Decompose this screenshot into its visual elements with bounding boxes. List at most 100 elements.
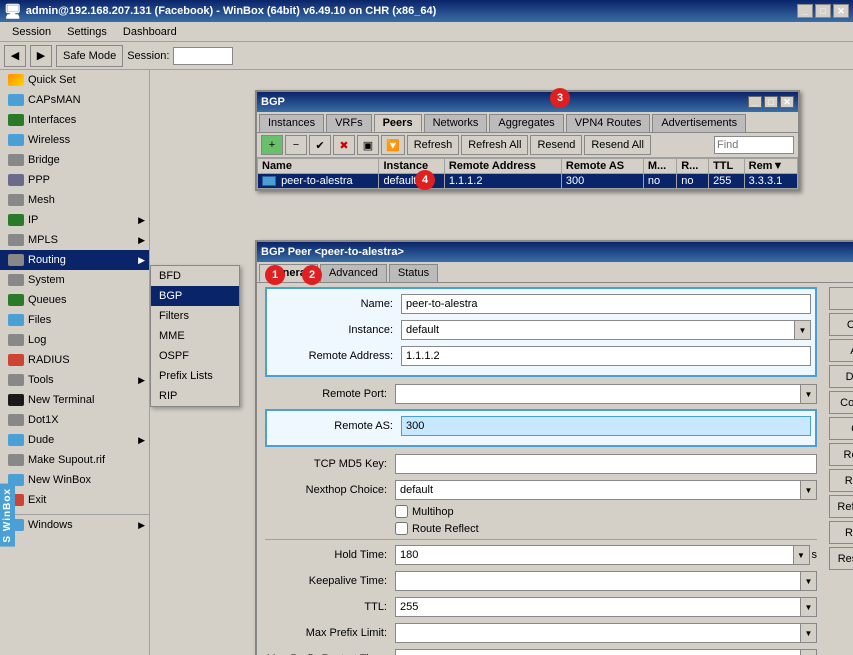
max-prefix-input[interactable] [395,623,801,643]
disable-btn[interactable]: Disable [829,365,853,388]
remote-address-input[interactable] [401,346,811,366]
ok-btn[interactable]: OK [829,287,853,310]
sidebar-item-mpls[interactable]: MPLS ▶ [0,230,149,250]
remove-btn[interactable]: Remove [829,443,853,466]
sidebar-item-dot1x[interactable]: Dot1X [0,410,149,430]
submenu-rip[interactable]: RIP [151,386,239,406]
sidebar-item-files[interactable]: Files [0,310,149,330]
tab-advanced[interactable]: Advanced [320,264,387,282]
remote-as-input[interactable] [401,416,811,436]
sidebar-item-radius[interactable]: RADIUS [0,350,149,370]
sidebar-item-tools[interactable]: Tools ▶ [0,370,149,390]
tab-networks[interactable]: Networks [424,114,488,132]
ttl-input[interactable] [395,597,801,617]
sidebar-item-newterminal[interactable]: New Terminal [0,390,149,410]
submenu-filters[interactable]: Filters [151,306,239,326]
max-prefix-dropdown-btn[interactable]: ▼ [801,623,817,643]
resend-all-peer-btn[interactable]: Resend All [829,547,853,570]
instance-dropdown-btn[interactable]: ▼ [795,320,811,340]
col-ttl[interactable]: TTL [709,159,745,174]
tab-vpn4routes[interactable]: VPN4 Routes [566,114,651,132]
ttl-dropdown-btn[interactable]: ▼ [801,597,817,617]
close-btn[interactable]: ✕ [833,4,849,18]
sidebar-item-bridge[interactable]: Bridge [0,150,149,170]
sidebar-item-ip[interactable]: IP ▶ [0,210,149,230]
tab-status[interactable]: Status [389,264,438,282]
name-input[interactable] [401,294,811,314]
submenu-bgp[interactable]: BGP [151,286,239,306]
hold-time-dropdown-btn[interactable]: ▼ [794,545,810,565]
nexthop-dropdown-btn[interactable]: ▼ [801,480,817,500]
resend-btn[interactable]: Resend [530,135,582,155]
table-row[interactable]: peer-to-alestra default 1.1.1.2 300 no n… [258,174,798,189]
instance-input[interactable] [401,320,795,340]
remove-peer-btn[interactable]: − [285,135,307,155]
resend-peer-btn[interactable]: Resend [829,521,853,544]
sidebar-item-queues[interactable]: Queues [0,290,149,310]
cancel-btn[interactable]: Cancel [829,313,853,336]
resend-all-btn[interactable]: Resend All [584,135,651,155]
minimize-btn[interactable]: _ [797,4,813,18]
tab-instances[interactable]: Instances [259,114,324,132]
keepalive-input[interactable] [395,571,801,591]
sidebar-item-newwb[interactable]: New WinBox [0,470,149,490]
col-instance[interactable]: Instance [379,159,444,174]
back-btn[interactable]: ◀ [4,45,26,67]
remote-port-input[interactable] [395,384,801,404]
menu-settings[interactable]: Settings [59,24,115,40]
cross-peer-btn[interactable]: ✖ [333,135,355,155]
sidebar-item-caps[interactable]: CAPsMAN [0,90,149,110]
submenu-bfd[interactable]: BFD [151,266,239,286]
multihop-checkbox[interactable] [395,505,408,518]
col-remote-address[interactable]: Remote Address [444,159,561,174]
session-input[interactable] [173,47,233,65]
col-r[interactable]: R... [677,159,709,174]
submenu-ospf[interactable]: OSPF [151,346,239,366]
route-reflect-checkbox[interactable] [395,522,408,535]
copy-peer-btn[interactable]: ▣ [357,135,379,155]
sidebar-item-log[interactable]: Log [0,330,149,350]
tab-advertisements[interactable]: Advertisements [652,114,746,132]
bgp-minimize-btn[interactable]: _ [748,96,762,108]
sidebar-item-makesu[interactable]: Make Supout.rif [0,450,149,470]
sidebar-item-interfaces[interactable]: Interfaces [0,110,149,130]
safemode-btn[interactable]: Safe Mode [56,45,123,67]
sidebar-item-wireless[interactable]: Wireless [0,130,149,150]
comment-btn[interactable]: Comment [829,391,853,414]
submenu-prefix-lists[interactable]: Prefix Lists [151,366,239,386]
nexthop-input[interactable] [395,480,801,500]
forward-btn[interactable]: ▶ [30,45,52,67]
tab-aggregates[interactable]: Aggregates [489,114,563,132]
copy-btn[interactable]: Copy [829,417,853,440]
add-peer-btn[interactable]: + [261,135,283,155]
sidebar-item-windows[interactable]: Windows ▶ [0,515,149,535]
menu-session[interactable]: Session [4,24,59,40]
refresh-all-btn[interactable]: Refresh All [461,135,528,155]
maximize-btn[interactable]: □ [815,4,831,18]
col-rem[interactable]: Rem▼ [744,159,797,174]
sidebar-item-dude[interactable]: Dude ▶ [0,430,149,450]
sidebar-item-system[interactable]: System [0,270,149,290]
refresh-all-peer-btn[interactable]: Refresh All [829,495,853,518]
sidebar-item-mesh[interactable]: Mesh [0,190,149,210]
keepalive-dropdown-btn[interactable]: ▼ [801,571,817,591]
refresh-btn[interactable]: Refresh [407,135,460,155]
col-name[interactable]: Name [258,159,379,174]
apply-btn[interactable]: Apply [829,339,853,362]
submenu-mme[interactable]: MME [151,326,239,346]
find-input[interactable] [714,136,794,154]
bgp-close-btn[interactable]: ✕ [780,96,794,108]
sidebar-item-quickset[interactable]: Quick Set [0,70,149,90]
tcp-md5-input[interactable] [395,454,817,474]
tab-vrfs[interactable]: VRFs [326,114,372,132]
filter-peer-btn[interactable]: 🔽 [381,135,405,155]
hold-time-input[interactable] [395,545,794,565]
menu-dashboard[interactable]: Dashboard [115,24,185,40]
max-prefix-restart-input[interactable] [395,649,801,655]
col-m[interactable]: M... [643,159,676,174]
bgp-maximize-btn[interactable]: □ [764,96,778,108]
max-prefix-restart-dropdown-btn[interactable]: ▼ [801,649,817,655]
refresh-peer-btn[interactable]: Refresh [829,469,853,492]
sidebar-item-exit[interactable]: Exit [0,490,149,510]
tab-peers[interactable]: Peers [374,114,422,132]
